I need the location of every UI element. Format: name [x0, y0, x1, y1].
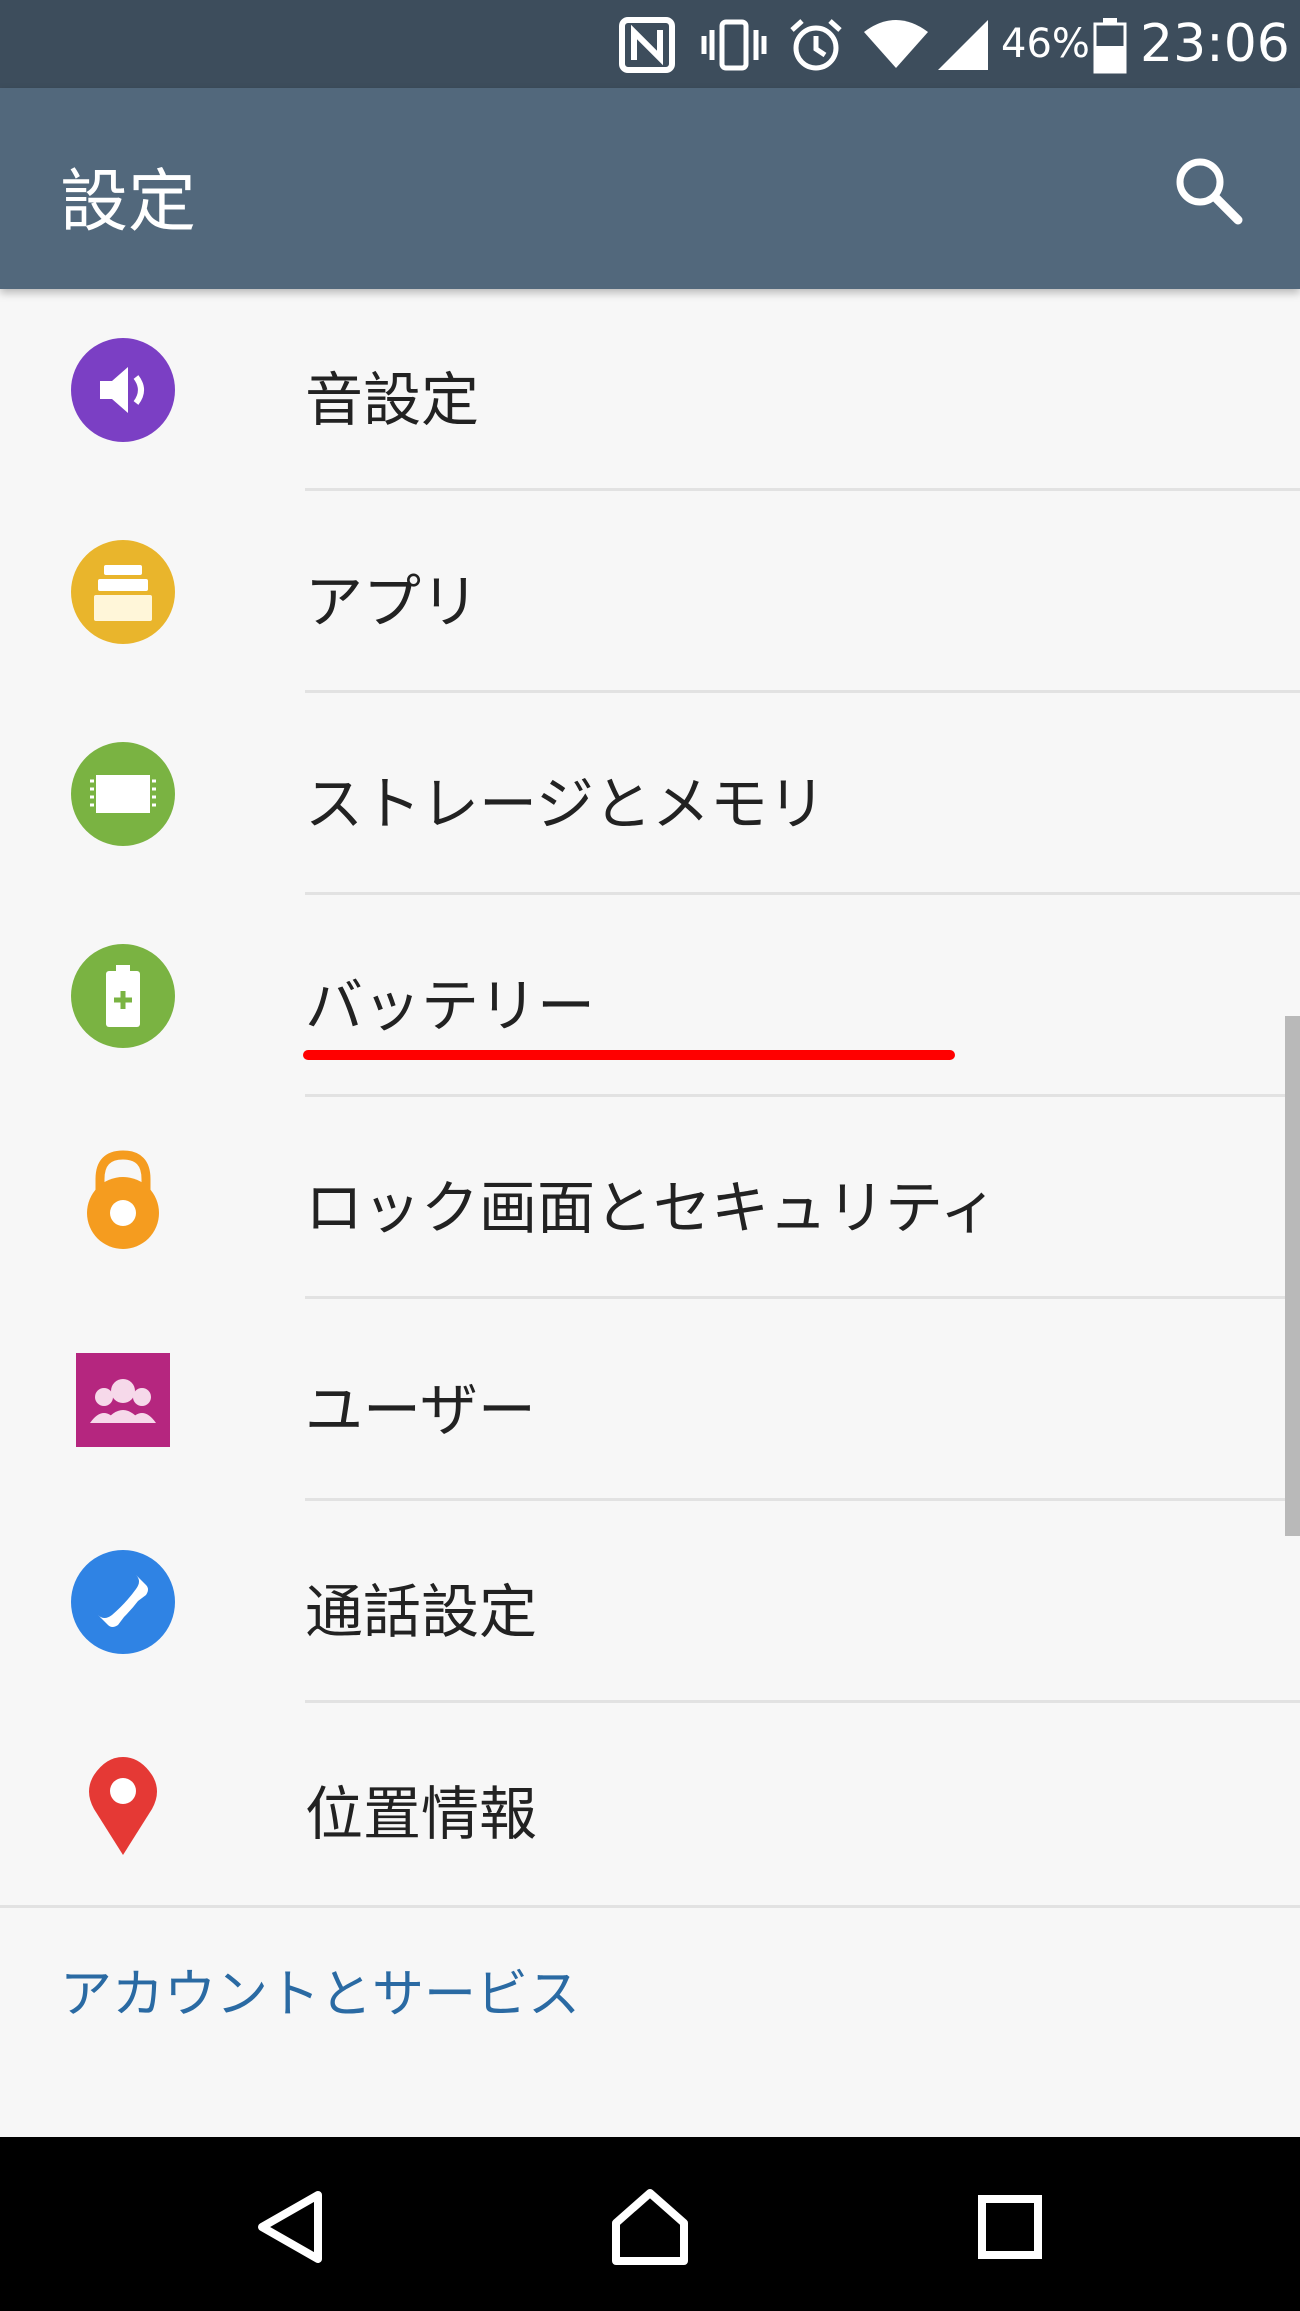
settings-item-lock-security[interactable]: ロック画面とセキュリティ: [0, 1097, 1300, 1299]
alarm-icon: [790, 19, 842, 71]
section-divider: [0, 1905, 1300, 1908]
settings-item-label: 音設定: [305, 366, 480, 434]
settings-item-label: ユーザー: [305, 1376, 536, 1444]
wifi-icon: [864, 20, 928, 68]
scrollbar[interactable]: [1285, 1016, 1300, 1536]
users-icon: [76, 1353, 170, 1447]
settings-item-sound[interactable]: 音設定: [0, 289, 1300, 491]
sound-icon: [71, 338, 175, 442]
signal-icon: [938, 20, 988, 70]
settings-item-label: ストレージとメモリ: [305, 770, 826, 838]
status-bar: 46% 23:06: [0, 0, 1300, 88]
settings-item-label: ロック画面とセキュリティ: [305, 1174, 998, 1242]
section-header-accounts-services: アカウントとサービス: [60, 1965, 581, 2025]
settings-item-call[interactable]: 通話設定: [0, 1501, 1300, 1703]
apps-icon: [71, 540, 175, 644]
settings-item-label: アプリ: [305, 568, 480, 636]
settings-item-battery[interactable]: バッテリー: [0, 895, 1300, 1097]
nfc-icon: [619, 17, 675, 73]
page-title: 設定: [60, 163, 197, 242]
recents-icon[interactable]: [960, 2177, 1060, 2277]
battery-icon: [1093, 18, 1127, 74]
settings-item-location[interactable]: 位置情報: [0, 1703, 1300, 1905]
phone-icon: [71, 1550, 175, 1654]
vibrate-icon: [701, 19, 767, 71]
settings-item-label: 位置情報: [305, 1780, 538, 1848]
settings-item-label: 通話設定: [305, 1578, 538, 1646]
settings-item-label: バッテリー: [305, 972, 596, 1040]
navigation-bar: [0, 2137, 1300, 2311]
home-icon[interactable]: [600, 2177, 700, 2277]
location-icon: [89, 1757, 157, 1855]
app-bar: 設定: [0, 88, 1300, 289]
highlight-underline: [303, 1050, 955, 1060]
search-icon[interactable]: [1172, 154, 1244, 226]
battery-settings-icon: [71, 944, 175, 1048]
lock-icon: [87, 1150, 159, 1249]
back-icon[interactable]: [240, 2177, 340, 2277]
settings-item-apps[interactable]: アプリ: [0, 491, 1300, 693]
storage-icon: [71, 742, 175, 846]
settings-item-storage[interactable]: ストレージとメモリ: [0, 693, 1300, 895]
battery-percent: 46%: [1001, 21, 1090, 67]
settings-item-users[interactable]: ユーザー: [0, 1299, 1300, 1501]
clock: 23:06: [1140, 14, 1290, 74]
